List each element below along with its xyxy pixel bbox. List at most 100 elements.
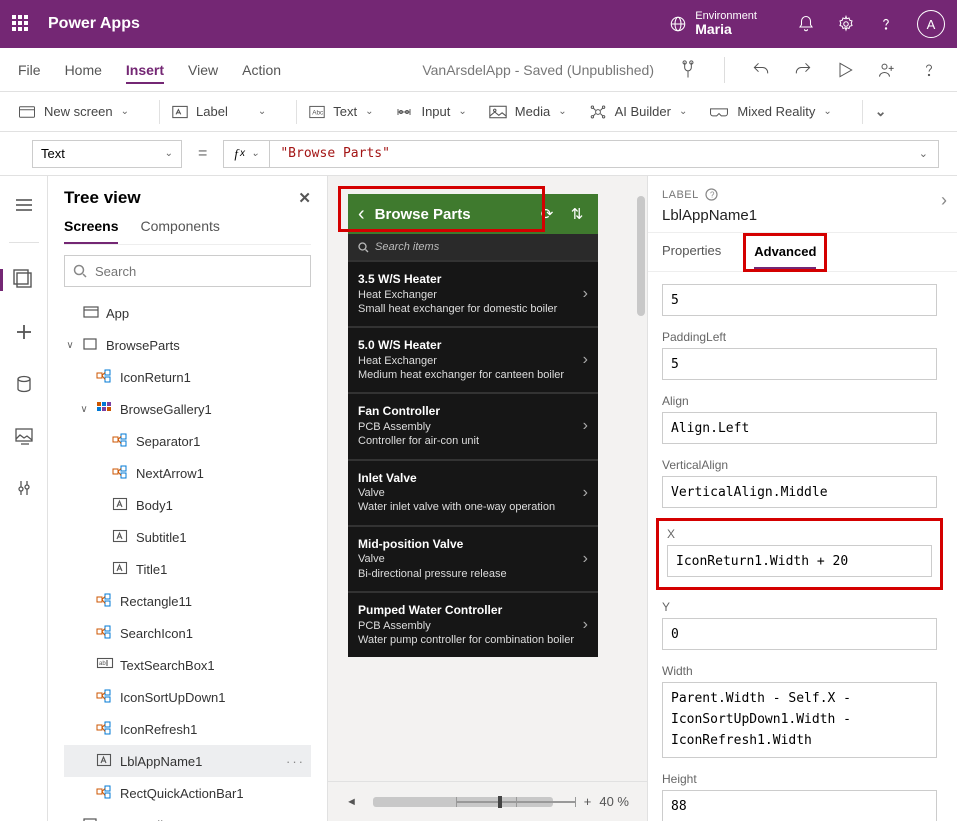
tree-node-PartDetails[interactable]: >PartDetails [64,809,311,821]
tree-node-Body1[interactable]: Body1 [64,489,311,521]
caret-icon[interactable]: ∨ [64,340,76,351]
sort-icon[interactable]: ⇅ [566,205,588,223]
help-icon[interactable] [877,15,895,33]
field-paddingleft-value[interactable]: 5 [662,348,937,380]
node-more-icon[interactable]: ··· [286,754,311,769]
settings-icon[interactable] [837,15,855,33]
canvas-scrollbar-h[interactable]: ◄ ► [346,796,430,808]
part-row[interactable]: Mid-position ValveValveBi-directional pr… [348,525,598,591]
part-row[interactable]: Fan ControllerPCB AssemblyController for… [348,392,598,458]
tree-node-IconReturn1[interactable]: IconReturn1 [64,361,311,393]
part-desc: Water pump controller for combination bo… [358,633,583,647]
chevron-right-icon[interactable]: › [583,417,588,435]
notifications-icon[interactable] [797,15,815,33]
tree-node-BrowseParts[interactable]: ∨BrowseParts [64,329,311,361]
mixed-reality-menu[interactable]: Mixed Reality⌄ [709,104,831,119]
tree-list[interactable]: App∨BrowsePartsIconReturn1∨BrowseGallery… [64,297,311,821]
tree-search[interactable] [64,255,311,287]
tree-node-LblAppName1[interactable]: LblAppName1··· [64,745,311,777]
fx-label[interactable]: fx⌄ [224,141,270,167]
tree-close-icon[interactable]: ✕ [298,189,311,207]
redo-icon[interactable] [793,60,813,80]
formula-expand[interactable]: ⌄ [909,147,938,160]
canvas-scrollbar-v[interactable] [637,196,645,771]
env-name: Maria [695,22,757,37]
chevron-right-icon[interactable]: › [583,484,588,502]
part-row[interactable]: Inlet ValveValveWater inlet valve with o… [348,459,598,525]
refresh-icon[interactable]: ⟳ [536,205,558,223]
app-checker-icon[interactable] [678,60,698,80]
tree-tab-components[interactable]: Components [140,218,219,244]
tree-tab-screens[interactable]: Screens [64,218,118,244]
field-align-value[interactable]: Align.Left [662,412,937,444]
menu-action[interactable]: Action [242,62,281,78]
phone-search[interactable]: Search items [348,234,598,260]
prop-tab-properties[interactable]: Properties [662,233,721,271]
tree-search-input[interactable] [95,264,302,279]
property-selector[interactable]: Text⌄ [32,140,182,168]
rail-media[interactable] [0,419,48,453]
part-row[interactable]: Pumped Water ControllerPCB AssemblyWater… [348,591,598,657]
tree-node-Separator1[interactable]: Separator1 [64,425,311,457]
rail-tree-view[interactable] [0,263,48,297]
canvas-area[interactable]: ‹ Browse Parts ⟳ ⇅ Search items 3.5 W/S … [328,176,647,821]
tree-node-IconRefresh1[interactable]: IconRefresh1 [64,713,311,745]
tree-node-IconSortUpDown1[interactable]: IconSortUpDown1 [64,681,311,713]
menu-view[interactable]: View [188,62,218,78]
tree-node-BrowseGallery1[interactable]: ∨BrowseGallery1 [64,393,311,425]
prop-tab-advanced[interactable]: Advanced [754,244,816,269]
share-icon[interactable] [877,60,897,80]
menu-insert[interactable]: Insert [126,62,164,84]
play-icon[interactable] [835,60,855,80]
user-avatar[interactable]: A [917,10,945,38]
part-row[interactable]: 3.5 W/S HeaterHeat ExchangerSmall heat e… [348,260,598,326]
label-button[interactable]: Label ⌄ [172,104,266,119]
tree-node-RectQuickActionBar1[interactable]: RectQuickActionBar1 [64,777,311,809]
menu-file[interactable]: File [18,62,41,78]
control-name[interactable]: LblAppName1 [662,207,943,224]
rail-hamburger[interactable] [0,188,48,222]
tree-node-Rectangle11[interactable]: Rectangle11 [64,585,311,617]
help2-icon[interactable] [919,60,939,80]
input-menu[interactable]: Input⌄ [395,104,466,119]
back-icon[interactable]: ‹ [358,203,365,226]
field-width-value[interactable]: Parent.Width - Self.X - IconSortUpDown1.… [662,682,937,758]
field-height-value[interactable]: 88 [662,790,937,821]
tree-node-NextArrow1[interactable]: NextArrow1 [64,457,311,489]
chevron-right-icon[interactable]: › [583,550,588,568]
panel-collapse-icon[interactable]: › [941,190,947,211]
waffle-icon[interactable] [12,15,30,33]
tree-node-SearchIcon1[interactable]: SearchIcon1 [64,617,311,649]
field-y-value[interactable]: 0 [662,618,937,650]
chevron-right-icon[interactable]: › [583,285,588,303]
field-valign-value[interactable]: VerticalAlign.Middle [662,476,937,508]
rail-data[interactable] [0,367,48,401]
tree-node-Title1[interactable]: Title1 [64,553,311,585]
new-screen-button[interactable]: New screen⌄ [18,104,129,119]
tree-node-Subtitle1[interactable]: Subtitle1 [64,521,311,553]
text-menu[interactable]: Abc Text⌄ [309,104,373,119]
phone-title[interactable]: Browse Parts [373,206,528,223]
rail-tools[interactable] [0,471,48,505]
tree-node-App[interactable]: App [64,297,311,329]
part-row[interactable]: 5.0 W/S HeaterHeat ExchangerMedium heat … [348,326,598,392]
ai-builder-menu[interactable]: AI Builder⌄ [589,104,688,120]
caret-icon[interactable]: ∨ [78,404,90,415]
ribbon-overflow[interactable]: ⌄ [875,103,887,120]
phone-preview[interactable]: ‹ Browse Parts ⟳ ⇅ Search items 3.5 W/S … [348,194,598,657]
formula-input[interactable]: "Browse Parts" [270,141,908,167]
environment-picker[interactable]: Environment Maria [669,10,757,37]
undo-icon[interactable] [751,60,771,80]
field-x-value[interactable]: IconReturn1.Width + 20 [667,545,932,577]
chevron-right-icon[interactable]: › [583,616,588,634]
properties-scroll[interactable]: 5 PaddingLeft 5 Align Align.Left Vertica… [648,272,957,821]
zoom-in-icon[interactable]: + [584,794,592,809]
menu-home[interactable]: Home [65,62,102,78]
info-icon[interactable]: ? [705,188,718,201]
part-sub: PCB Assembly [358,619,583,633]
chevron-right-icon[interactable]: › [583,351,588,369]
media-menu[interactable]: Media⌄ [489,104,567,119]
tree-node-TextSearchBox1[interactable]: abTextSearchBox1 [64,649,311,681]
field-paddingtop-value[interactable]: 5 [662,284,937,316]
rail-insert[interactable] [0,315,48,349]
